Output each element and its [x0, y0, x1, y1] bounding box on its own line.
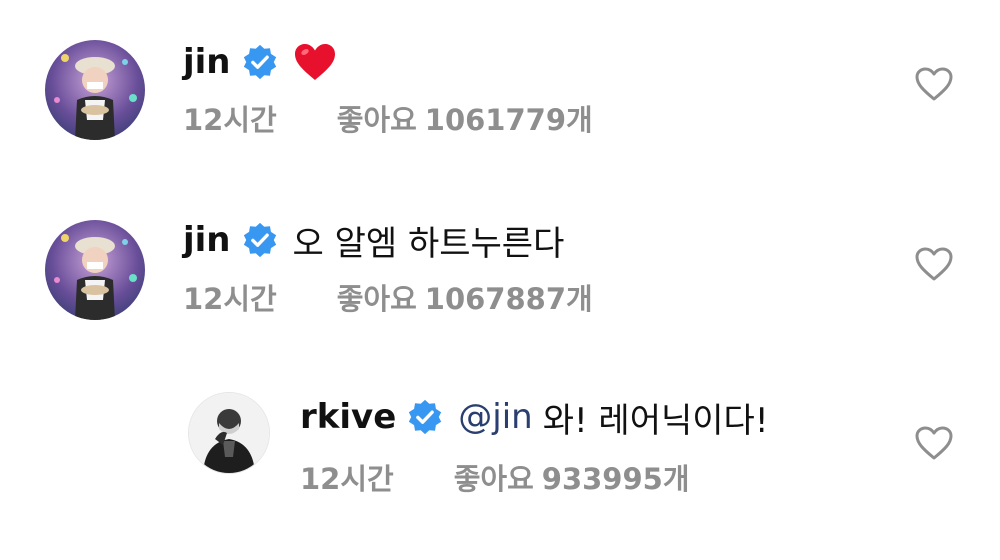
likes-count[interactable]: 933995개: [542, 456, 690, 498]
verified-badge-icon: [241, 221, 279, 259]
likes-label[interactable]: 좋아요: [337, 97, 417, 139]
comment-meta: 12시간 좋아요 1061779개: [183, 98, 593, 138]
comment-header: jin 오 알엠 하트누른다: [183, 218, 565, 264]
comment-time[interactable]: 12시간: [300, 456, 394, 498]
comment-header: jin: [183, 40, 337, 84]
likes-count[interactable]: 1067887개: [425, 276, 593, 318]
likes-label[interactable]: 좋아요: [337, 276, 417, 318]
avatar-jin[interactable]: [45, 220, 145, 320]
verified-badge-icon: [241, 43, 279, 81]
comment-meta: 12시간 좋아요 1067887개: [183, 277, 593, 317]
mention-link[interactable]: @jin: [458, 397, 532, 437]
username[interactable]: jin: [183, 42, 231, 82]
comment-meta: 12시간 좋아요 933995개: [300, 457, 690, 497]
avatar-rkive[interactable]: [188, 392, 270, 474]
like-heart-icon[interactable]: [914, 246, 954, 282]
likes-label[interactable]: 좋아요: [454, 456, 534, 498]
like-heart-icon[interactable]: [914, 425, 954, 461]
comment-text: 와! 레어닉이다!: [542, 400, 769, 441]
username[interactable]: rkive: [300, 397, 396, 437]
comment-text: 오 알엠 하트누른다: [292, 223, 565, 264]
avatar-jin[interactable]: [45, 40, 145, 140]
verified-badge-icon: [406, 398, 444, 436]
comment-time[interactable]: 12시간: [183, 97, 277, 139]
red-heart-emoji: [293, 42, 337, 82]
likes-count[interactable]: 1061779개: [425, 97, 593, 139]
username[interactable]: jin: [183, 220, 231, 260]
comment-time[interactable]: 12시간: [183, 276, 277, 318]
comment-header: rkive @jin 와! 레어닉이다!: [300, 395, 769, 441]
like-heart-icon[interactable]: [914, 66, 954, 102]
